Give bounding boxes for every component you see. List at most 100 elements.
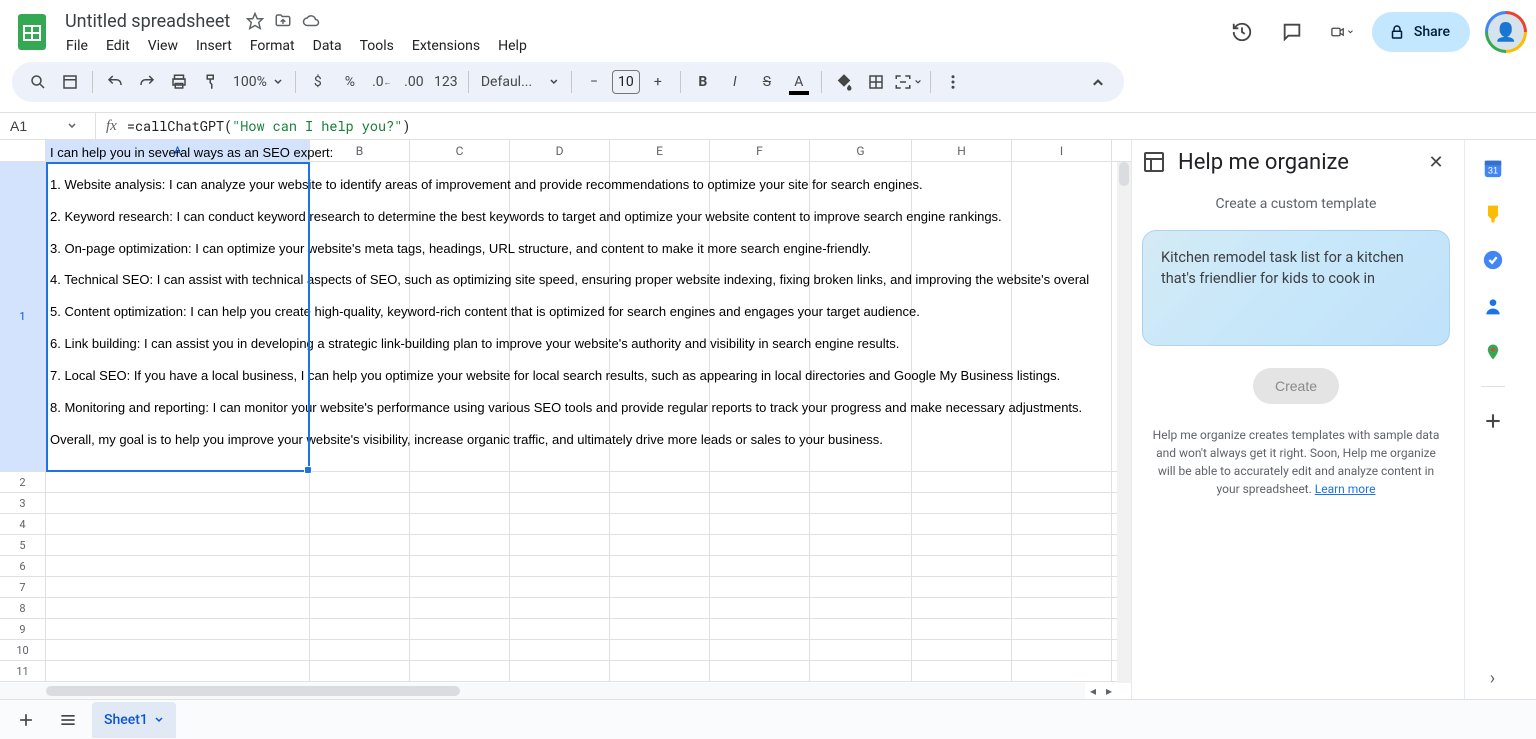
paint-format-icon[interactable]: [197, 68, 225, 96]
more-formats-button[interactable]: 123: [432, 68, 460, 96]
cell[interactable]: [610, 556, 710, 576]
cell[interactable]: [510, 577, 610, 597]
collapse-toolbar-icon[interactable]: [1084, 68, 1112, 96]
cell[interactable]: [912, 577, 1012, 597]
menu-format[interactable]: Format: [242, 36, 303, 56]
italic-icon[interactable]: I: [721, 68, 749, 96]
cell[interactable]: [1012, 514, 1112, 534]
row-header[interactable]: 1: [0, 162, 46, 471]
cell[interactable]: [310, 472, 410, 492]
cell[interactable]: [310, 556, 410, 576]
cell[interactable]: [610, 598, 710, 618]
quick-menu-icon[interactable]: [56, 68, 84, 96]
bold-icon[interactable]: B: [689, 68, 717, 96]
close-panel-icon[interactable]: ✕: [1422, 148, 1450, 176]
cell[interactable]: [410, 493, 510, 513]
cell[interactable]: [46, 514, 310, 534]
menu-extensions[interactable]: Extensions: [404, 36, 488, 56]
cell[interactable]: [810, 472, 912, 492]
history-icon[interactable]: [1222, 12, 1262, 52]
cell[interactable]: [510, 598, 610, 618]
name-box[interactable]: A1: [0, 113, 96, 139]
cell[interactable]: [1012, 577, 1112, 597]
sheets-logo-icon[interactable]: [12, 12, 52, 52]
horizontal-scrollbar[interactable]: [0, 683, 1085, 699]
cell[interactable]: [610, 640, 710, 660]
cell[interactable]: [912, 598, 1012, 618]
cell[interactable]: [310, 514, 410, 534]
cell[interactable]: [1012, 556, 1112, 576]
cell[interactable]: [810, 661, 912, 681]
cell[interactable]: [310, 493, 410, 513]
cell[interactable]: [410, 472, 510, 492]
cell[interactable]: [710, 661, 810, 681]
cloud-status-icon[interactable]: [301, 11, 321, 31]
row-header[interactable]: 7: [0, 577, 46, 597]
cell[interactable]: [810, 598, 912, 618]
menu-view[interactable]: View: [140, 36, 186, 56]
comments-icon[interactable]: [1272, 12, 1312, 52]
cell[interactable]: [610, 661, 710, 681]
text-color-icon[interactable]: A: [785, 68, 813, 96]
cell[interactable]: [310, 535, 410, 555]
format-percent-icon[interactable]: %: [336, 68, 364, 96]
cell[interactable]: [810, 640, 912, 660]
cell[interactable]: [912, 514, 1012, 534]
increase-decimal-icon[interactable]: .00: [400, 68, 428, 96]
document-title[interactable]: Untitled spreadsheet: [58, 9, 237, 34]
font-size-input[interactable]: 10: [612, 70, 640, 94]
calendar-icon[interactable]: 31: [1481, 156, 1505, 180]
meet-button[interactable]: [1322, 12, 1362, 52]
cell[interactable]: [710, 493, 810, 513]
cell[interactable]: [310, 598, 410, 618]
cell[interactable]: [610, 535, 710, 555]
cell[interactable]: [1012, 619, 1112, 639]
row-header[interactable]: 11: [0, 661, 46, 681]
cell[interactable]: [810, 577, 912, 597]
cell[interactable]: [46, 535, 310, 555]
cell[interactable]: [710, 619, 810, 639]
cell[interactable]: [46, 493, 310, 513]
cell[interactable]: [510, 514, 610, 534]
row-header[interactable]: 6: [0, 556, 46, 576]
cell[interactable]: [410, 619, 510, 639]
cell[interactable]: [410, 577, 510, 597]
cell[interactable]: [1012, 493, 1112, 513]
cell[interactable]: [810, 535, 912, 555]
menu-file[interactable]: File: [58, 36, 96, 56]
menu-tools[interactable]: Tools: [352, 36, 402, 56]
contacts-icon[interactable]: [1481, 294, 1505, 318]
cell[interactable]: [410, 535, 510, 555]
cell[interactable]: [410, 556, 510, 576]
row-header[interactable]: 3: [0, 493, 46, 513]
cell[interactable]: [912, 640, 1012, 660]
cell[interactable]: [46, 472, 310, 492]
move-icon[interactable]: [273, 11, 293, 31]
merge-cells-icon[interactable]: [894, 68, 922, 96]
cell[interactable]: [810, 619, 912, 639]
row-header[interactable]: 8: [0, 598, 46, 618]
sheet-tab-active[interactable]: Sheet1: [92, 702, 176, 738]
print-icon[interactable]: [165, 68, 193, 96]
cell[interactable]: [46, 640, 310, 660]
cell[interactable]: [710, 640, 810, 660]
cell[interactable]: [810, 514, 912, 534]
cell[interactable]: [310, 640, 410, 660]
cell[interactable]: [912, 661, 1012, 681]
hide-rail-icon[interactable]: ›: [1490, 668, 1495, 689]
cell[interactable]: [1012, 598, 1112, 618]
vertical-scrollbar[interactable]: [1117, 162, 1131, 683]
cell[interactable]: [710, 472, 810, 492]
decrease-decimal-icon[interactable]: .0←: [368, 68, 396, 96]
cell[interactable]: [1012, 472, 1112, 492]
borders-icon[interactable]: [862, 68, 890, 96]
cell[interactable]: [410, 661, 510, 681]
cell[interactable]: [710, 577, 810, 597]
cell[interactable]: [410, 514, 510, 534]
undo-icon[interactable]: [101, 68, 129, 96]
add-addon-icon[interactable]: [1481, 409, 1505, 433]
cell[interactable]: [410, 640, 510, 660]
row-header[interactable]: 2: [0, 472, 46, 492]
menu-help[interactable]: Help: [490, 36, 535, 56]
keep-icon[interactable]: [1481, 202, 1505, 226]
